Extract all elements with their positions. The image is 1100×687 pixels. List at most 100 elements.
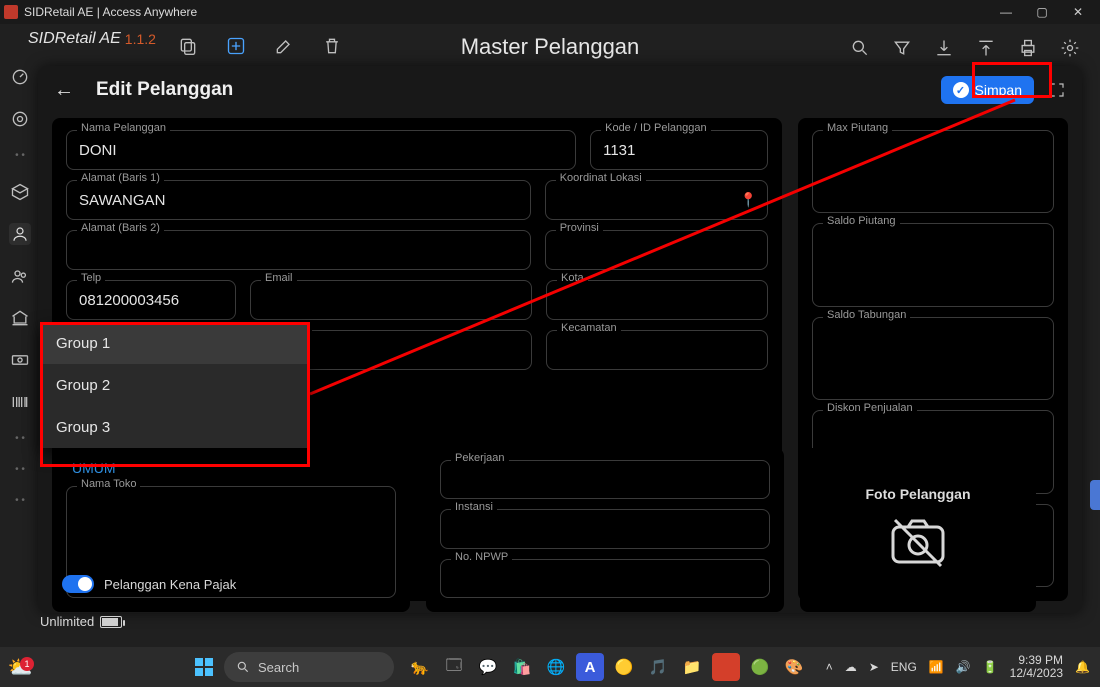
no-camera-icon	[883, 512, 953, 572]
nama-pelanggan-input[interactable]	[67, 131, 575, 169]
tray-onedrive-icon[interactable]: ☁	[845, 660, 857, 674]
start-button[interactable]	[190, 653, 218, 681]
kecamatan-input[interactable]	[547, 331, 767, 369]
rail-dashboard-icon[interactable]	[9, 66, 31, 88]
provinsi-field[interactable]: Provinsi	[545, 230, 768, 270]
taskbar-app-custom[interactable]: A	[576, 653, 604, 681]
max-piutang-field[interactable]: Max Piutang	[812, 130, 1054, 213]
windows-taskbar: ⛅ 1 Search 🐆 🗔 💬 🛍️ 🌐 A 🟡 🎵 📁 🟢 🎨 ˄ ☁ ➤	[0, 647, 1100, 687]
tray-battery-icon[interactable]: 🔋	[983, 660, 998, 674]
alamat2-field[interactable]: Alamat (Baris 2)	[66, 230, 531, 270]
max-piutang-input[interactable]	[813, 131, 1053, 212]
kode-pelanggan-input[interactable]	[591, 131, 767, 169]
field-label: Provinsi	[556, 222, 603, 234]
koordinat-input[interactable]	[546, 181, 767, 219]
pajak-toggle[interactable]	[62, 575, 94, 593]
location-pin-icon[interactable]: 📍	[740, 192, 757, 209]
kode-pelanggan-field[interactable]: Kode / ID Pelanggan	[590, 130, 768, 170]
saldo-tabungan-field[interactable]: Saldo Tabungan	[812, 317, 1054, 400]
taskbar-app-sidretail[interactable]	[712, 653, 740, 681]
back-button[interactable]: ←	[54, 79, 80, 102]
taskbar-app-teams[interactable]: 💬	[474, 653, 502, 681]
kota-input[interactable]	[547, 281, 767, 319]
edit-icon[interactable]	[274, 36, 294, 56]
fullscreen-icon[interactable]	[1048, 81, 1066, 99]
pekerjaan-field[interactable]: Pekerjaan	[440, 460, 770, 499]
rail-customer-icon[interactable]	[9, 223, 31, 245]
taskbar-app-paint[interactable]: 🎨	[780, 653, 808, 681]
instansi-input[interactable]	[441, 510, 769, 547]
field-label: Max Piutang	[823, 122, 892, 134]
search-icon[interactable]	[850, 38, 870, 58]
npwp-field[interactable]: No. NPWP	[440, 559, 770, 598]
add-icon[interactable]	[226, 36, 246, 56]
group-dropdown-item[interactable]: Group 1	[40, 322, 310, 364]
customer-photo-card[interactable]: Foto Pelanggan	[800, 448, 1036, 612]
group-dropdown-item[interactable]: Group 2	[40, 364, 310, 406]
saldo-tabungan-input[interactable]	[813, 318, 1053, 399]
taskbar-app-taskview[interactable]: 🗔	[440, 653, 468, 681]
tray-location-icon[interactable]: ➤	[869, 660, 879, 674]
npwp-input[interactable]	[441, 560, 769, 597]
tray-volume-icon[interactable]: 🔊	[956, 660, 971, 674]
taskbar-app-chrome[interactable]: 🟡	[610, 653, 638, 681]
field-label: Nama Toko	[77, 478, 140, 490]
window-close-button[interactable]: ✕	[1068, 5, 1088, 19]
rail-target-icon[interactable]	[9, 108, 31, 130]
telp-input[interactable]	[67, 281, 235, 319]
side-handle[interactable]	[1090, 480, 1100, 510]
instansi-field[interactable]: Instansi	[440, 509, 770, 548]
email-input[interactable]	[251, 281, 531, 319]
alamat1-input[interactable]	[67, 181, 530, 219]
rail-box-icon[interactable]	[9, 181, 31, 203]
field-label: Pekerjaan	[451, 452, 509, 464]
saldo-piutang-field[interactable]: Saldo Piutang	[812, 223, 1054, 306]
kota-field[interactable]: Kota	[546, 280, 768, 320]
taskbar-search[interactable]: Search	[224, 652, 394, 682]
alamat1-field[interactable]: Alamat (Baris 1)	[66, 180, 531, 220]
tray-notifications-icon[interactable]: 🔔	[1075, 660, 1090, 674]
rail-cash-icon[interactable]	[9, 349, 31, 371]
weather-badge: 1	[20, 657, 34, 671]
kecamatan-field[interactable]: Kecamatan	[546, 330, 768, 370]
saldo-piutang-input[interactable]	[813, 224, 1053, 305]
taskbar-app-msi[interactable]: 🐆	[406, 653, 434, 681]
alamat2-input[interactable]	[67, 231, 530, 269]
export-icon[interactable]	[976, 38, 996, 58]
rail-dots-2: • •	[15, 433, 25, 444]
gear-icon[interactable]	[1060, 38, 1080, 58]
import-icon[interactable]	[934, 38, 954, 58]
app-version: 1.1.2	[125, 31, 156, 47]
email-field[interactable]: Email	[250, 280, 532, 320]
rail-bank-icon[interactable]	[9, 307, 31, 329]
taskbar-app-itunes[interactable]: 🎵	[644, 653, 672, 681]
filter-icon[interactable]	[892, 38, 912, 58]
rail-barcode-icon[interactable]	[9, 391, 31, 413]
tray-chevron-up-icon[interactable]: ˄	[826, 660, 833, 674]
nama-pelanggan-field[interactable]: Nama Pelanggan	[66, 130, 576, 170]
telp-field[interactable]: Telp	[66, 280, 236, 320]
tray-clock[interactable]: 9:39 PM 12/4/2023	[1010, 654, 1063, 680]
taskbar-app-store[interactable]: 🛍️	[508, 653, 536, 681]
pekerjaan-input[interactable]	[441, 461, 769, 498]
pajak-toggle-label: Pelanggan Kena Pajak	[104, 577, 236, 592]
group-dropdown-item[interactable]: Group 3	[40, 406, 310, 448]
taskbar-app-edge[interactable]: 🌐	[542, 653, 570, 681]
window-minimize-button[interactable]: —	[996, 5, 1016, 19]
save-button[interactable]: ✓ Simpan	[941, 76, 1034, 104]
foto-pelanggan-label: Foto Pelanggan	[866, 486, 971, 502]
taskbar-app-chrome2[interactable]: 🟢	[746, 653, 774, 681]
taskbar-app-explorer[interactable]: 📁	[678, 653, 706, 681]
print-icon[interactable]	[1018, 38, 1038, 58]
tray-wifi-icon[interactable]: 📶	[929, 660, 944, 674]
kategori-umum-select[interactable]: UMUM	[66, 460, 396, 476]
copy-icon[interactable]	[178, 36, 198, 56]
rail-users-icon[interactable]	[9, 265, 31, 287]
koordinat-field[interactable]: Koordinat Lokasi 📍	[545, 180, 768, 220]
tray-language[interactable]: ENG	[891, 660, 917, 674]
delete-icon[interactable]	[322, 36, 342, 56]
rail-dots-3: • •	[15, 464, 25, 475]
provinsi-input[interactable]	[546, 231, 767, 269]
window-maximize-button[interactable]: ▢	[1032, 5, 1052, 19]
taskbar-weather[interactable]: ⛅ 1	[0, 655, 40, 680]
